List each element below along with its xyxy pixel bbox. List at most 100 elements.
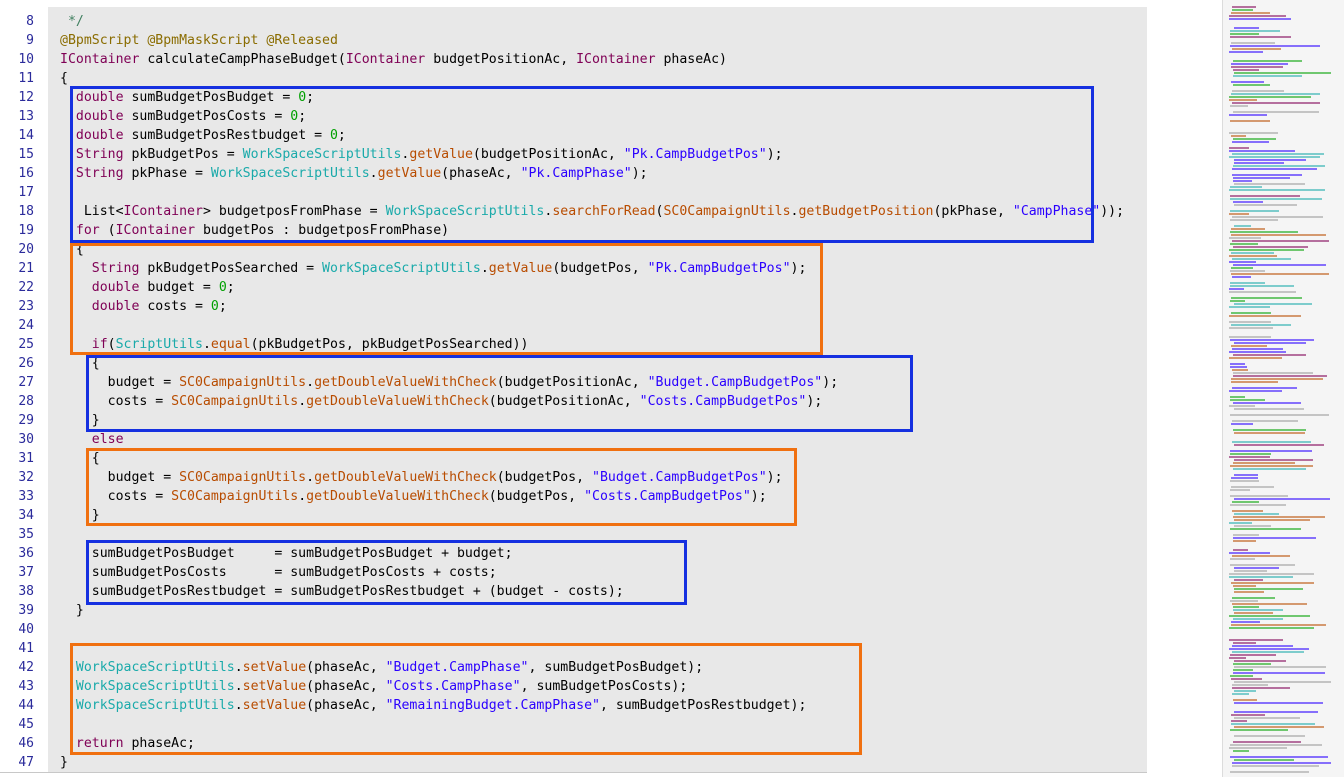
- minimap-line: [1229, 351, 1286, 353]
- code-token: SC0CampaignUtils: [179, 470, 307, 485]
- code-token: SC0CampaignUtils: [171, 394, 299, 409]
- code-token: (: [99, 223, 116, 238]
- code-line[interactable]: sumBudgetPosBudget = sumBudgetPosBudget …: [60, 544, 513, 563]
- line-number: 9: [26, 33, 34, 48]
- code-line[interactable]: costs = SC0CampaignUtils.getDoubleValueW…: [60, 487, 767, 506]
- code-line[interactable]: budget = SC0CampaignUtils.getDoubleValue…: [60, 468, 783, 487]
- minimap-line: [1233, 462, 1295, 464]
- code-line[interactable]: }: [60, 601, 84, 620]
- code-line[interactable]: double budget = 0;: [60, 278, 235, 297]
- line-number: 39: [18, 603, 34, 618]
- code-token: IContainer: [576, 52, 656, 67]
- code-line[interactable]: budget = SC0CampaignUtils.getDoubleValue…: [60, 373, 839, 392]
- line-number: 45: [18, 717, 34, 732]
- code-line[interactable]: if(ScriptUtils.equal(pkBudgetPos, pkBudg…: [60, 335, 529, 354]
- code-token: WorkSpaceScriptUtils: [385, 204, 545, 219]
- code-line[interactable]: for (IContainer budgetPos : budgetposFro…: [60, 221, 449, 240]
- code-line[interactable]: double sumBudgetPosCosts = 0;: [60, 107, 306, 126]
- minimap-line: [1229, 405, 1255, 407]
- minimap-line: [1234, 27, 1259, 29]
- line-number: 47: [18, 755, 34, 770]
- code-token: .: [480, 261, 489, 276]
- minimap-line: [1233, 354, 1306, 356]
- code-line[interactable]: @BpmScript @BpmMaskScript @Released: [60, 31, 338, 50]
- minimap-line: [1230, 399, 1265, 401]
- code-token: "Budget.CampPhase": [385, 660, 529, 675]
- minimap-line: [1229, 249, 1304, 251]
- minimap-line: [1234, 162, 1284, 164]
- code-token: "Budget.CampBudgetPos": [592, 470, 767, 485]
- minimap-line: [1231, 267, 1253, 269]
- code-line[interactable]: String pkPhase = WorkSpaceScriptUtils.ge…: [60, 164, 648, 183]
- code-line[interactable]: {: [60, 240, 84, 259]
- minimap-line: [1234, 444, 1324, 446]
- code-token: .: [234, 660, 243, 675]
- minimap-line: [1234, 588, 1303, 590]
- minimap-line: [1230, 300, 1245, 302]
- code-minimap[interactable]: [1222, 0, 1344, 777]
- minimap-line: [1233, 429, 1306, 431]
- minimap-line: [1233, 402, 1301, 404]
- code-line[interactable]: WorkSpaceScriptUtils.setValue(phaseAc, "…: [60, 696, 807, 715]
- code-token: WorkSpaceScriptUtils: [75, 660, 235, 675]
- code-token: }: [60, 603, 84, 618]
- code-line[interactable]: sumBudgetPosCosts = sumBudgetPosCosts + …: [60, 563, 497, 582]
- minimap-line: [1230, 489, 1250, 491]
- code-line[interactable]: else: [60, 430, 124, 449]
- line-number: 12: [18, 90, 34, 105]
- minimap-line: [1233, 741, 1301, 743]
- code-line[interactable]: }: [60, 506, 100, 525]
- minimap-line: [1229, 51, 1263, 53]
- code-line[interactable]: double sumBudgetPosRestbudget = 0;: [60, 126, 346, 145]
- code-token: getBudgetPosition: [798, 204, 934, 219]
- minimap-line: [1231, 486, 1274, 488]
- minimap-line: [1233, 264, 1326, 266]
- code-line[interactable]: return phaseAc;: [60, 734, 195, 753]
- minimap-line: [1231, 228, 1265, 230]
- code-line[interactable]: String pkBudgetPosSearched = WorkSpaceSc…: [60, 259, 807, 278]
- code-line[interactable]: {: [60, 354, 100, 373]
- code-token: , sumBudgetPosBudget);: [528, 660, 704, 675]
- code-token: phaseAc): [655, 52, 727, 67]
- minimap-line: [1234, 204, 1297, 206]
- code-line[interactable]: */: [60, 12, 84, 31]
- line-number: 23: [18, 299, 34, 314]
- code-line[interactable]: double costs = 0;: [60, 297, 227, 316]
- code-line[interactable]: }: [60, 411, 100, 430]
- code-line[interactable]: }: [60, 753, 68, 772]
- code-token: phaseAc;: [123, 736, 195, 751]
- minimap-line: [1233, 468, 1306, 470]
- minimap-line: [1230, 282, 1265, 284]
- minimap-line: [1234, 159, 1306, 161]
- minimap-line: [1231, 678, 1262, 680]
- minimap-line: [1229, 261, 1256, 263]
- code-line[interactable]: WorkSpaceScriptUtils.setValue(phaseAc, "…: [60, 677, 687, 696]
- code-line[interactable]: WorkSpaceScriptUtils.setValue(phaseAc, "…: [60, 658, 703, 677]
- code-line[interactable]: {: [60, 449, 100, 468]
- code-line[interactable]: List<IContainer> budgetposFromPhase = Wo…: [60, 202, 1124, 221]
- minimap-line: [1231, 66, 1283, 68]
- minimap-line: [1232, 258, 1291, 260]
- code-token: sumBudgetPosBudget = sumBudgetPosBudget …: [60, 546, 513, 561]
- minimap-line: [1234, 690, 1256, 692]
- code-line[interactable]: costs = SC0CampaignUtils.getDoubleValueW…: [60, 392, 823, 411]
- line-number: 16: [18, 166, 34, 181]
- minimap-line: [1231, 720, 1247, 722]
- line-number: 28: [18, 394, 34, 409]
- minimap-line: [1230, 33, 1259, 35]
- code-line[interactable]: double sumBudgetPosBudget = 0;: [60, 88, 314, 107]
- minimap-line: [1231, 723, 1315, 725]
- code-token: );: [790, 261, 807, 276]
- minimap-line: [1233, 750, 1249, 752]
- code-line[interactable]: String pkBudgetPos = WorkSpaceScriptUtil…: [60, 145, 783, 164]
- minimap-line: [1233, 375, 1327, 377]
- line-number: 14: [18, 128, 34, 143]
- code-line[interactable]: {: [60, 69, 68, 88]
- code-line[interactable]: sumBudgetPosRestbudget = sumBudgetPosRes…: [60, 582, 624, 601]
- code-token: {: [60, 451, 100, 466]
- minimap-line: [1233, 609, 1283, 611]
- code-editor[interactable]: 8 9 10 11 12 13 14 15 16 17 18 19 20 21 22 23 24 25 26 27 28…: [0, 0, 1147, 777]
- code-line[interactable]: IContainer calculateCampPhaseBudget(ICon…: [60, 50, 727, 69]
